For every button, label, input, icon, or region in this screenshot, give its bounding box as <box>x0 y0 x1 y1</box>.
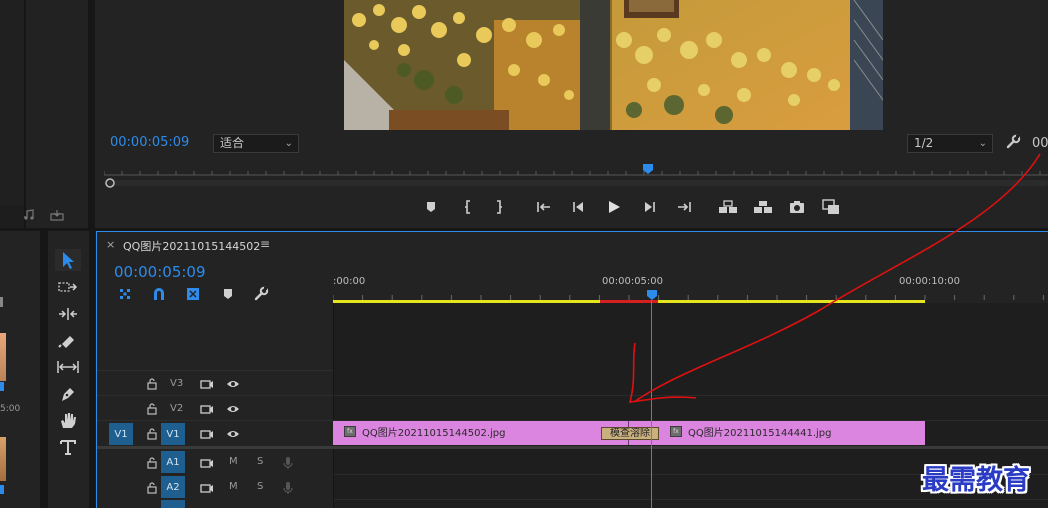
watermark: 最需教育 <box>922 465 1030 496</box>
clip-1[interactable]: fx QQ图片20211015144502.jpg <box>333 421 628 445</box>
source-panel-side <box>26 0 88 230</box>
track-area-row-line <box>334 499 1048 500</box>
lock-icon[interactable] <box>143 425 161 443</box>
track-label-v2[interactable]: V2 <box>170 403 183 414</box>
project-panel-divider <box>40 231 48 508</box>
lock-icon[interactable] <box>143 400 161 418</box>
ripple-edit-tool-icon[interactable] <box>58 305 78 323</box>
track-v2: V2 <box>97 395 333 421</box>
track-target-a1[interactable]: A1 <box>161 451 185 473</box>
sequence-timecode[interactable]: 00:00:05:09 <box>114 263 206 281</box>
eye-icon[interactable] <box>224 425 242 443</box>
chevron-down-icon: ⌄ <box>284 138 293 149</box>
project-panel <box>0 231 40 508</box>
mark-in-icon[interactable] <box>459 198 477 216</box>
step-back-icon[interactable] <box>570 198 588 216</box>
timeline-settings-wrench-icon[interactable] <box>252 285 270 303</box>
export-frame-icon[interactable] <box>50 209 64 221</box>
thumbnail-2-selection <box>0 485 4 494</box>
program-timecode[interactable]: 00:00:05:09 <box>110 135 189 150</box>
project-scroll-tab[interactable] <box>0 297 3 307</box>
sequence-menu-icon[interactable]: ≡ <box>260 237 270 251</box>
track-a2: A2 M S <box>97 475 333 500</box>
go-to-in-icon[interactable] <box>535 198 553 216</box>
program-video-frame <box>344 0 883 130</box>
track-label-v3[interactable]: V3 <box>170 378 183 389</box>
fx-badge: fx <box>344 426 356 437</box>
add-marker-icon[interactable] <box>422 198 440 216</box>
add-marker-timeline-icon[interactable] <box>219 285 237 303</box>
pen-tool-icon[interactable] <box>58 385 78 403</box>
audio-icon[interactable] <box>22 209 36 221</box>
source-patch-v1[interactable]: V1 <box>109 423 133 445</box>
sync-lock-icon[interactable] <box>198 479 216 497</box>
lock-icon[interactable] <box>143 479 161 497</box>
track-target-v1[interactable]: V1 <box>161 423 185 445</box>
lock-icon[interactable] <box>143 375 161 393</box>
sync-lock-icon[interactable] <box>198 400 216 418</box>
selection-tool-icon[interactable] <box>55 249 81 271</box>
fit-dropdown[interactable]: 适合 ⌄ <box>213 134 299 153</box>
thumbnail-2[interactable] <box>0 437 6 481</box>
track-a3-partial <box>97 500 333 508</box>
microphone-icon[interactable] <box>279 479 297 497</box>
slip-tool-icon[interactable] <box>56 358 80 376</box>
mute-button[interactable]: M <box>229 456 238 467</box>
track-a1: A1 M S <box>97 450 333 475</box>
track-select-tool-icon[interactable] <box>58 278 78 296</box>
mute-button[interactable]: M <box>229 481 238 492</box>
sync-lock-icon[interactable] <box>198 375 216 393</box>
type-tool-icon[interactable] <box>58 438 78 456</box>
annotation-arrow <box>600 140 1048 420</box>
solo-button[interactable]: S <box>257 481 263 492</box>
track-target-a3[interactable] <box>161 500 185 508</box>
clip-2-name: QQ图片20211015144441.jpg <box>688 428 832 439</box>
mark-out-icon[interactable] <box>490 198 508 216</box>
eye-icon[interactable] <box>224 375 242 393</box>
panel-divider <box>88 0 95 508</box>
lock-icon[interactable] <box>143 454 161 472</box>
fx-badge: fx <box>670 426 682 437</box>
thumbnail-1-duration: 5:00 <box>0 404 21 414</box>
thumbnail-1[interactable] <box>0 333 6 381</box>
sequence-tab[interactable]: QQ图片20211015144502 <box>123 238 260 254</box>
fit-dropdown-label: 适合 <box>220 136 245 150</box>
sequence-close-icon[interactable]: × <box>106 238 115 251</box>
hand-tool-icon[interactable] <box>58 411 78 429</box>
solo-button[interactable]: S <box>257 456 263 467</box>
clip-1-name: QQ图片20211015144502.jpg <box>362 428 506 439</box>
source-panel <box>0 0 24 206</box>
microphone-icon[interactable] <box>279 454 297 472</box>
track-v1: V1 V1 <box>97 420 333 446</box>
eye-icon[interactable] <box>224 400 242 418</box>
ruler-label-0: :00:00 <box>333 276 366 287</box>
sync-lock-icon[interactable] <box>198 425 216 443</box>
snap-magnet-icon[interactable] <box>150 285 168 303</box>
thumbnail-1-selection <box>0 382 4 391</box>
razor-tool-icon[interactable] <box>58 331 78 349</box>
linked-selection-icon[interactable] <box>184 285 202 303</box>
clip-2[interactable]: fx QQ图片20211015144441.jpg <box>629 421 925 445</box>
nest-icon[interactable] <box>116 285 134 303</box>
track-v3: V3 <box>97 370 333 396</box>
track-target-a2[interactable]: A2 <box>161 476 185 498</box>
sync-lock-icon[interactable] <box>198 454 216 472</box>
